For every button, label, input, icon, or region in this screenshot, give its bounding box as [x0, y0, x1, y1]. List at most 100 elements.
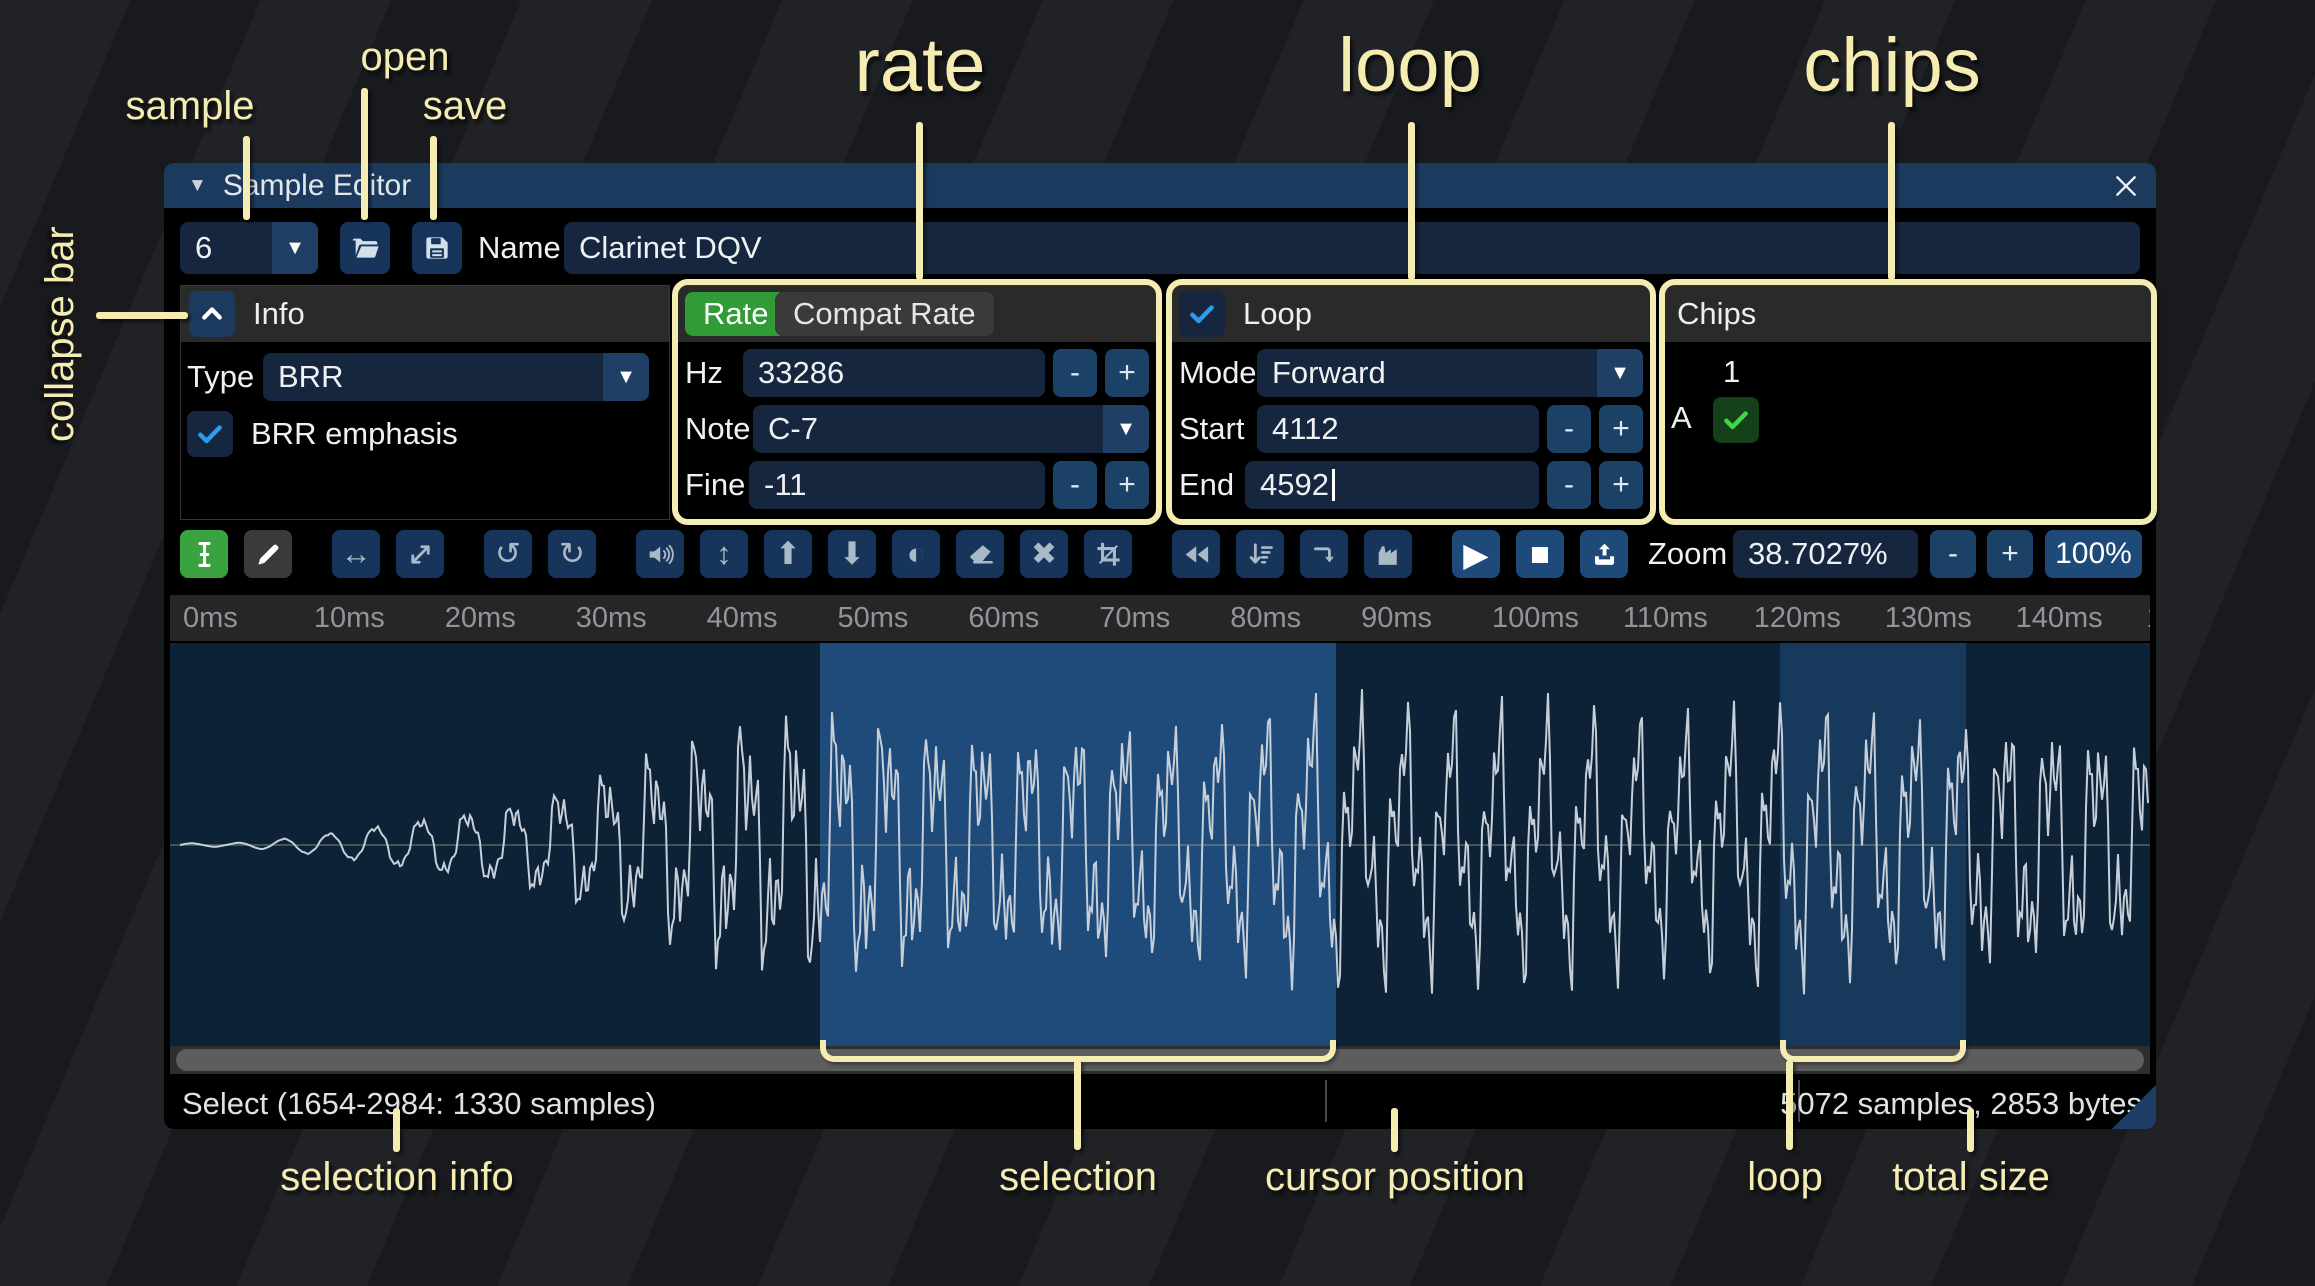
- amplify-button[interactable]: [636, 530, 684, 578]
- annotation-line-open: [361, 88, 368, 220]
- annotation-outline-chips: [1659, 279, 2157, 525]
- create-wavetable-button[interactable]: [1364, 530, 1412, 578]
- annotation-rate: rate: [854, 23, 986, 108]
- sample-number-value: 6: [195, 230, 213, 265]
- import-button[interactable]: [1580, 530, 1628, 578]
- waveform-view[interactable]: [170, 643, 2150, 1046]
- annotation-line-loop: [1408, 122, 1415, 280]
- status-total-size: 5072 samples, 2853 bytes: [1780, 1086, 2142, 1121]
- window-collapse-icon[interactable]: ▼: [188, 175, 207, 197]
- title-bar[interactable]: ▼ Sample Editor: [164, 163, 2156, 208]
- annotation-line-cursor-position: [1391, 1108, 1398, 1152]
- fade-in-button[interactable]: ⬆: [764, 530, 812, 578]
- sample-number-select[interactable]: 6 ▼: [180, 222, 318, 274]
- zoom-value: 38.7027%: [1748, 536, 1888, 571]
- trim-button[interactable]: [1084, 530, 1132, 578]
- annotation-line-chips: [1888, 122, 1895, 280]
- annotation-total-size: total size: [1892, 1155, 2050, 1199]
- annotation-loop: loop: [1338, 23, 1482, 108]
- chevron-down-icon[interactable]: ▼: [603, 353, 649, 401]
- redo-button[interactable]: ↻: [548, 530, 596, 578]
- time-ruler: 0ms 10ms 20ms 30ms 40ms 50ms 60ms 70ms 80ms 90ms 1…: [170, 595, 2150, 641]
- draw-mode-button[interactable]: [244, 530, 292, 578]
- annotation-selection: selection: [999, 1155, 1157, 1199]
- ruler-label: 30ms: [575, 602, 647, 634]
- waveform-plot: [179, 689, 2149, 995]
- annotation-bracket-loop: [1780, 1040, 1966, 1062]
- annotation-outline-rate: [672, 279, 1162, 525]
- preview-button[interactable]: ▶: [1452, 530, 1500, 578]
- zoom-out-button[interactable]: -: [1930, 530, 1976, 578]
- type-select[interactable]: BRR ▼: [263, 353, 649, 401]
- annotation-bracket-selection: [820, 1040, 1336, 1062]
- ruler-label: 20ms: [444, 602, 516, 634]
- chevron-down-icon[interactable]: ▼: [272, 222, 318, 274]
- invert-button[interactable]: ◐: [892, 530, 940, 578]
- ruler-label: 150ms: [2147, 602, 2151, 635]
- annotation-line-total-size: [1967, 1108, 1974, 1152]
- annotation-chips: chips: [1803, 23, 1981, 108]
- type-value: BRR: [278, 359, 344, 394]
- annotation-line-rate: [916, 122, 923, 280]
- info-title: Info: [253, 296, 305, 331]
- resize-free-button[interactable]: [396, 530, 444, 578]
- collapse-info-button[interactable]: [189, 291, 235, 337]
- annotation-sample: sample: [125, 84, 255, 128]
- close-icon[interactable]: [2110, 170, 2142, 202]
- annotation-collapse-bar: collapse bar: [38, 226, 82, 442]
- brr-emphasis-label: BRR emphasis: [251, 416, 458, 451]
- ruler-label: 60ms: [968, 602, 1040, 634]
- undo-button[interactable]: ↺: [484, 530, 532, 578]
- annotation-cursor-position: cursor position: [1264, 1155, 1526, 1199]
- open-sample-button[interactable]: [340, 222, 390, 274]
- ruler-label: 110ms: [1622, 602, 1708, 634]
- screenshot-root: ▼ Sample Editor 6 ▼ Name Clarinet DQV In…: [0, 0, 2315, 1286]
- select-mode-button[interactable]: [180, 530, 228, 578]
- sample-name-value: Clarinet DQV: [579, 230, 762, 265]
- save-sample-button[interactable]: [412, 222, 462, 274]
- insert-silence-button[interactable]: [1300, 530, 1348, 578]
- brr-emphasis-checkbox[interactable]: [187, 411, 233, 457]
- ruler-label: 100ms: [1492, 602, 1580, 634]
- ruler-label: 40ms: [706, 602, 778, 634]
- annotation-open: open: [360, 35, 450, 79]
- status-selection-info: Select (1654-2984: 1330 samples): [182, 1086, 656, 1121]
- ruler-label: 50ms: [837, 602, 909, 634]
- annotation-loop-bottom: loop: [1747, 1155, 1823, 1199]
- annotation-outline-loop: [1166, 279, 1656, 525]
- type-label: Type: [187, 359, 255, 394]
- zoom-in-button[interactable]: +: [1987, 530, 2033, 578]
- ruler-label: 90ms: [1361, 602, 1433, 634]
- resize-button[interactable]: ↔: [332, 530, 380, 578]
- rewind-button[interactable]: [1172, 530, 1220, 578]
- ruler-label: 80ms: [1230, 602, 1302, 634]
- silence-button[interactable]: [956, 530, 1004, 578]
- window-title: Sample Editor: [222, 168, 412, 202]
- ruler-label: 10ms: [313, 602, 385, 634]
- normalize-button[interactable]: ↕: [700, 530, 748, 578]
- zoom-input[interactable]: 38.7027%: [1733, 530, 1918, 578]
- annotation-line-selection: [1074, 1060, 1081, 1150]
- downsample-button[interactable]: [1236, 530, 1284, 578]
- name-label: Name: [478, 230, 561, 265]
- ruler-label: 70ms: [1099, 602, 1171, 634]
- zoom-reset-button[interactable]: 100%: [2045, 530, 2142, 578]
- delete-button[interactable]: ✖: [1020, 530, 1068, 578]
- sample-name-input[interactable]: Clarinet DQV: [564, 222, 2140, 274]
- ruler-label: 0ms: [183, 602, 238, 634]
- stop-preview-button[interactable]: ■: [1516, 530, 1564, 578]
- zoom-label: Zoom: [1648, 536, 1728, 571]
- info-panel: Info Type BRR ▼ BRR emphasis: [180, 285, 670, 520]
- annotation-line-sample: [243, 136, 250, 220]
- annotation-line-selection-info: [393, 1108, 400, 1152]
- info-header: Info: [181, 286, 669, 342]
- ruler-label: 120ms: [1753, 602, 1841, 634]
- annotation-line-collapse-bar: [96, 312, 188, 319]
- ruler-label: 140ms: [2015, 602, 2103, 634]
- annotation-line-loop-bottom: [1786, 1060, 1793, 1150]
- annotation-selection-info: selection info: [280, 1155, 514, 1199]
- status-divider: [1325, 1080, 1327, 1122]
- fade-out-button[interactable]: ⬇: [828, 530, 876, 578]
- annotation-save: save: [422, 84, 508, 128]
- annotation-line-save: [430, 136, 437, 220]
